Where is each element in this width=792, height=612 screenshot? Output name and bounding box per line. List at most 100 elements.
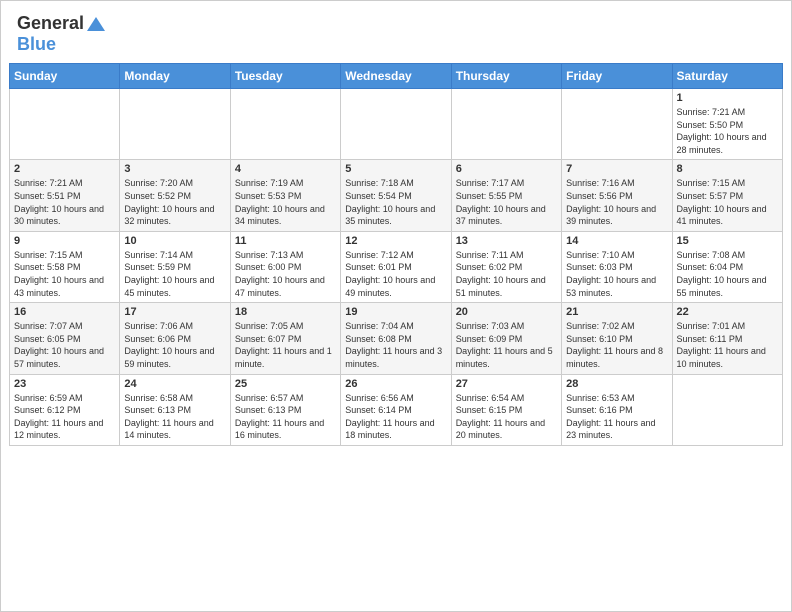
day-number: 21 [566, 306, 667, 318]
calendar-cell: 1 Sunrise: 7:21 AM Sunset: 5:50 PM Daylig… [672, 89, 782, 160]
day-number: 4 [235, 163, 336, 175]
calendar-cell: 4 Sunrise: 7:19 AM Sunset: 5:53 PM Daylig… [230, 160, 340, 231]
day-info: Sunrise: 7:14 AM Sunset: 5:59 PM Dayligh… [124, 249, 225, 299]
day-number: 18 [235, 306, 336, 318]
day-number: 16 [14, 306, 115, 318]
calendar-cell: 15 Sunrise: 7:08 AM Sunset: 6:04 PM Dayli… [672, 231, 782, 302]
day-number: 9 [14, 235, 115, 247]
day-number: 28 [566, 378, 667, 390]
day-info: Sunrise: 7:02 AM Sunset: 6:10 PM Dayligh… [566, 320, 667, 370]
calendar-cell: 21 Sunrise: 7:02 AM Sunset: 6:10 PM Dayli… [562, 303, 672, 374]
calendar-cell: 12 Sunrise: 7:12 AM Sunset: 6:01 PM Dayli… [341, 231, 451, 302]
logo-triangle-icon [86, 14, 106, 34]
day-number: 15 [677, 235, 778, 247]
calendar-cell: 25 Sunrise: 6:57 AM Sunset: 6:13 PM Dayli… [230, 374, 340, 445]
day-number: 11 [235, 235, 336, 247]
weekday-header-tuesday: Tuesday [230, 64, 340, 89]
calendar-cell [341, 89, 451, 160]
day-info: Sunrise: 7:21 AM Sunset: 5:50 PM Dayligh… [677, 106, 778, 156]
day-info: Sunrise: 7:05 AM Sunset: 6:07 PM Dayligh… [235, 320, 336, 370]
day-info: Sunrise: 6:57 AM Sunset: 6:13 PM Dayligh… [235, 392, 336, 442]
day-number: 22 [677, 306, 778, 318]
weekday-header-saturday: Saturday [672, 64, 782, 89]
calendar-week-3: 16Sunrise: 7:07 AM Sunset: 6:05 PM Dayli… [10, 303, 783, 374]
day-info: Sunrise: 7:10 AM Sunset: 6:03 PM Dayligh… [566, 249, 667, 299]
calendar-cell: 6Sunrise: 7:17 AM Sunset: 5:55 PM Daylig… [451, 160, 561, 231]
weekday-header-friday: Friday [562, 64, 672, 89]
logo-blue-text: Blue [17, 34, 56, 55]
day-info: Sunrise: 7:08 AM Sunset: 6:04 PM Dayligh… [677, 249, 778, 299]
calendar-cell: 14 Sunrise: 7:10 AM Sunset: 6:03 PM Dayli… [562, 231, 672, 302]
day-number: 12 [345, 235, 446, 247]
calendar-cell: 10 Sunrise: 7:14 AM Sunset: 5:59 PM Dayli… [120, 231, 230, 302]
calendar-cell: 18 Sunrise: 7:05 AM Sunset: 6:07 PM Dayli… [230, 303, 340, 374]
calendar-week-2: 9 Sunrise: 7:15 AM Sunset: 5:58 PM Daylig… [10, 231, 783, 302]
day-info: Sunrise: 7:03 AM Sunset: 6:09 PM Dayligh… [456, 320, 557, 370]
day-number: 19 [345, 306, 446, 318]
calendar-cell [672, 374, 782, 445]
day-info: Sunrise: 7:06 AM Sunset: 6:06 PM Dayligh… [124, 320, 225, 370]
weekday-header-wednesday: Wednesday [341, 64, 451, 89]
calendar-cell: 3Sunrise: 7:20 AM Sunset: 5:52 PM Daylig… [120, 160, 230, 231]
day-info: Sunrise: 7:15 AM Sunset: 5:58 PM Dayligh… [14, 249, 115, 299]
calendar-week-1: 2Sunrise: 7:21 AM Sunset: 5:51 PM Daylig… [10, 160, 783, 231]
calendar-cell [451, 89, 561, 160]
calendar-week-4: 23Sunrise: 6:59 AM Sunset: 6:12 PM Dayli… [10, 374, 783, 445]
calendar-cell [10, 89, 120, 160]
day-number: 7 [566, 163, 667, 175]
calendar-header: SundayMondayTuesdayWednesdayThursdayFrid… [10, 64, 783, 89]
day-number: 25 [235, 378, 336, 390]
weekday-header-monday: Monday [120, 64, 230, 89]
calendar-body: 1 Sunrise: 7:21 AM Sunset: 5:50 PM Daylig… [10, 89, 783, 446]
day-info: Sunrise: 7:16 AM Sunset: 5:56 PM Dayligh… [566, 177, 667, 227]
calendar-cell: 28 Sunrise: 6:53 AM Sunset: 6:16 PM Dayli… [562, 374, 672, 445]
day-info: Sunrise: 7:21 AM Sunset: 5:51 PM Dayligh… [14, 177, 115, 227]
day-info: Sunrise: 6:53 AM Sunset: 6:16 PM Dayligh… [566, 392, 667, 442]
calendar-cell [230, 89, 340, 160]
calendar-cell: 22 Sunrise: 7:01 AM Sunset: 6:11 PM Dayli… [672, 303, 782, 374]
day-info: Sunrise: 7:12 AM Sunset: 6:01 PM Dayligh… [345, 249, 446, 299]
day-info: Sunrise: 7:11 AM Sunset: 6:02 PM Dayligh… [456, 249, 557, 299]
calendar-cell: 7 Sunrise: 7:16 AM Sunset: 5:56 PM Daylig… [562, 160, 672, 231]
logo-area: General Blue [17, 13, 108, 55]
day-number: 26 [345, 378, 446, 390]
day-info: Sunrise: 7:15 AM Sunset: 5:57 PM Dayligh… [677, 177, 778, 227]
logo: General [17, 13, 108, 34]
calendar-cell: 13Sunrise: 7:11 AM Sunset: 6:02 PM Dayli… [451, 231, 561, 302]
day-info: Sunrise: 6:59 AM Sunset: 6:12 PM Dayligh… [14, 392, 115, 442]
day-number: 24 [124, 378, 225, 390]
calendar-cell: 11 Sunrise: 7:13 AM Sunset: 6:00 PM Dayli… [230, 231, 340, 302]
day-info: Sunrise: 7:01 AM Sunset: 6:11 PM Dayligh… [677, 320, 778, 370]
calendar-cell: 2Sunrise: 7:21 AM Sunset: 5:51 PM Daylig… [10, 160, 120, 231]
day-info: Sunrise: 7:04 AM Sunset: 6:08 PM Dayligh… [345, 320, 446, 370]
calendar-cell: 26 Sunrise: 6:56 AM Sunset: 6:14 PM Dayli… [341, 374, 451, 445]
calendar-cell [562, 89, 672, 160]
day-info: Sunrise: 7:20 AM Sunset: 5:52 PM Dayligh… [124, 177, 225, 227]
calendar-week-0: 1 Sunrise: 7:21 AM Sunset: 5:50 PM Daylig… [10, 89, 783, 160]
day-number: 10 [124, 235, 225, 247]
calendar-cell: 9 Sunrise: 7:15 AM Sunset: 5:58 PM Daylig… [10, 231, 120, 302]
calendar-cell: 24 Sunrise: 6:58 AM Sunset: 6:13 PM Dayli… [120, 374, 230, 445]
day-number: 17 [124, 306, 225, 318]
day-info: Sunrise: 6:56 AM Sunset: 6:14 PM Dayligh… [345, 392, 446, 442]
weekday-header-thursday: Thursday [451, 64, 561, 89]
calendar-cell: 27 Sunrise: 6:54 AM Sunset: 6:15 PM Dayli… [451, 374, 561, 445]
day-number: 6 [456, 163, 557, 175]
day-info: Sunrise: 7:13 AM Sunset: 6:00 PM Dayligh… [235, 249, 336, 299]
weekday-header-sunday: Sunday [10, 64, 120, 89]
day-number: 20 [456, 306, 557, 318]
calendar-cell: 17 Sunrise: 7:06 AM Sunset: 6:06 PM Dayli… [120, 303, 230, 374]
day-info: Sunrise: 6:54 AM Sunset: 6:15 PM Dayligh… [456, 392, 557, 442]
day-number: 1 [677, 92, 778, 104]
calendar-cell: 20 Sunrise: 7:03 AM Sunset: 6:09 PM Dayli… [451, 303, 561, 374]
day-number: 14 [566, 235, 667, 247]
day-number: 27 [456, 378, 557, 390]
calendar-cell: 5Sunrise: 7:18 AM Sunset: 5:54 PM Daylig… [341, 160, 451, 231]
day-number: 8 [677, 163, 778, 175]
day-info: Sunrise: 6:58 AM Sunset: 6:13 PM Dayligh… [124, 392, 225, 442]
calendar-cell: 19 Sunrise: 7:04 AM Sunset: 6:08 PM Dayli… [341, 303, 451, 374]
calendar-page: General Blue SundayMondayTuesdayWednesda… [0, 0, 792, 612]
weekday-header-row: SundayMondayTuesdayWednesdayThursdayFrid… [10, 64, 783, 89]
calendar-cell: 23Sunrise: 6:59 AM Sunset: 6:12 PM Dayli… [10, 374, 120, 445]
day-info: Sunrise: 7:19 AM Sunset: 5:53 PM Dayligh… [235, 177, 336, 227]
